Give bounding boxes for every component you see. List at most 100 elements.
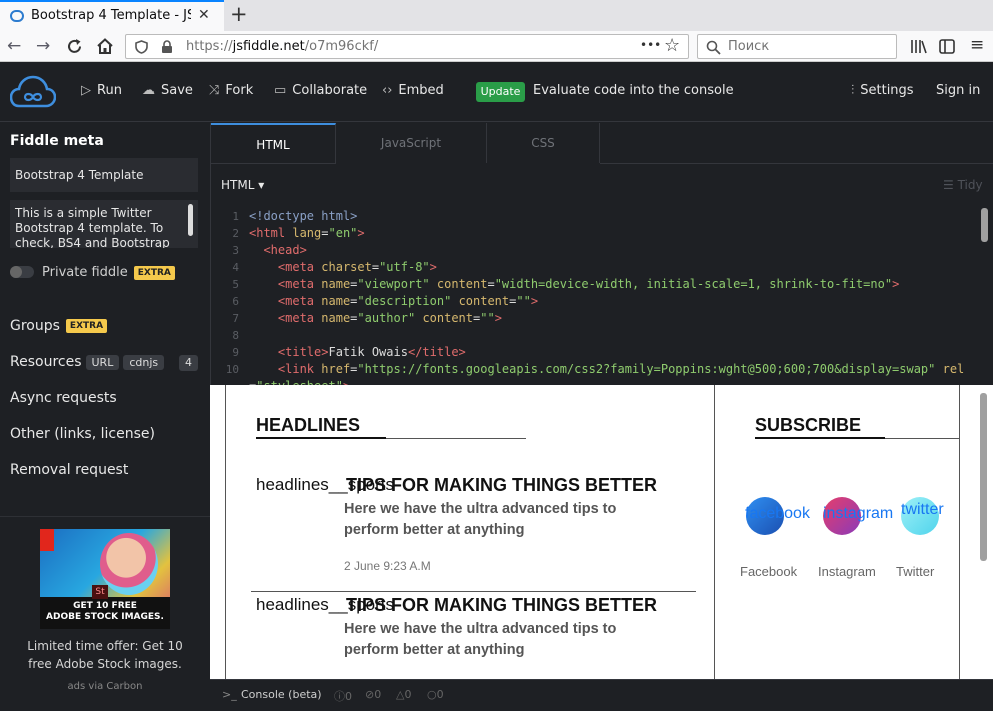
sliders-icon: ⫶ bbox=[851, 83, 855, 98]
signin-link[interactable]: Sign in bbox=[936, 83, 980, 98]
adobe-stock-icon: St bbox=[92, 585, 108, 599]
language-select[interactable]: HTML ▾ bbox=[221, 178, 264, 192]
jsfiddle-header: ▷ Run ☁ Save ⤨ Fork ▭ Collaborate ‹› Embed Up… bbox=[0, 62, 993, 122]
instagram-label: Instagram bbox=[818, 564, 876, 579]
code-line: <meta charset="utf-8"> bbox=[277, 260, 437, 274]
twitter-word[interactable]: twitter bbox=[901, 501, 944, 519]
resources-url-chip[interactable]: URL bbox=[85, 355, 120, 370]
post-body: Here we have the ultra advanced tips to … bbox=[344, 621, 617, 658]
shield-icon[interactable] bbox=[135, 40, 148, 54]
post-title[interactable]: TIPS FOR MAKING THINGS BETTER bbox=[346, 475, 657, 496]
sidebar-item-async[interactable]: Async requests bbox=[10, 390, 117, 406]
html-editor-panel: HTML JavaScript CSS HTML ▾ ☰ Tidy 1 2 3 … bbox=[210, 123, 993, 385]
fork-button[interactable]: ⤨ Fork bbox=[209, 83, 253, 98]
browser-nav-bar: ← → https://jsfiddle.net/o7m96ckf/ ••• ☆… bbox=[0, 31, 993, 62]
sidebar-item-resources[interactable]: Resources URL cdnjs bbox=[10, 354, 165, 370]
tab-javascript[interactable]: JavaScript bbox=[336, 123, 487, 163]
console-error-count: ⊘0 bbox=[365, 688, 382, 701]
editor-scrollbar[interactable] bbox=[981, 208, 988, 242]
search-icon bbox=[706, 40, 721, 55]
adobe-logo-icon bbox=[40, 529, 54, 551]
log-icon: ○ bbox=[427, 688, 437, 701]
fiddle-meta-title: Fiddle meta bbox=[10, 133, 104, 149]
menu-icon[interactable]: ≡ bbox=[970, 35, 984, 55]
update-button[interactable]: Update bbox=[476, 82, 525, 102]
fiddle-description-text: This is a simple Twitter Bootstrap 4 tem… bbox=[15, 206, 170, 248]
chat-bubble-icon: ▭ bbox=[274, 83, 287, 98]
sidebar-item-groups[interactable]: Groups EXTRA bbox=[10, 318, 108, 334]
sidebar-item-other[interactable]: Other (links, license) bbox=[10, 426, 155, 442]
code-line: <meta name="author" content=""> bbox=[277, 311, 502, 325]
resources-cdnjs-chip[interactable]: cdnjs bbox=[123, 355, 165, 370]
carbon-ad[interactable]: St GET 10 FREE ADOBE STOCK IMAGES. Limite… bbox=[0, 516, 210, 711]
ad-image[interactable]: St GET 10 FREE ADOBE STOCK IMAGES. bbox=[40, 529, 170, 629]
ad-portrait-icon bbox=[100, 533, 158, 595]
page-actions-icon[interactable]: ••• bbox=[640, 38, 661, 52]
console-label[interactable]: Console (beta) bbox=[241, 688, 322, 701]
extra-badge: EXTRA bbox=[65, 319, 108, 333]
embed-button[interactable]: ‹› Embed bbox=[382, 83, 444, 98]
sidebar-item-removal[interactable]: Removal request bbox=[10, 462, 128, 478]
jsfiddle-favicon-icon bbox=[10, 10, 24, 22]
error-icon: ⊘ bbox=[365, 688, 375, 701]
facebook-label: Facebook bbox=[740, 564, 798, 579]
close-tab-icon[interactable]: ✕ bbox=[198, 7, 210, 23]
info-icon: ⓘ bbox=[334, 690, 345, 703]
search-bar[interactable]: Поиск bbox=[697, 34, 897, 59]
reload-icon[interactable] bbox=[66, 38, 83, 55]
console-info-count: ⓘ0 bbox=[334, 690, 352, 703]
library-icon[interactable] bbox=[910, 39, 927, 54]
play-icon: ▷ bbox=[81, 83, 91, 98]
code-line: <!doctype html> bbox=[249, 209, 358, 223]
tab-title: Bootstrap 4 Template - JSF bbox=[31, 8, 191, 23]
collaborate-button[interactable]: ▭ Collaborate bbox=[274, 83, 367, 98]
fiddle-title-input[interactable]: Bootstrap 4 Template bbox=[10, 158, 198, 192]
private-toggle-knob bbox=[10, 266, 22, 278]
cloud-upload-icon: ☁ bbox=[142, 83, 155, 98]
result-panel: HEADLINES headlines__sports TIPS FOR MAK… bbox=[210, 385, 993, 679]
console-bar[interactable]: >_ Console (beta) ⓘ0 ⊘0 △0 ○0 bbox=[210, 679, 993, 711]
tidy-button[interactable]: ☰ Tidy bbox=[943, 178, 983, 192]
browser-tab-bar: Bootstrap 4 Template - JSF ✕ + bbox=[0, 0, 993, 31]
description-scrollbar[interactable] bbox=[188, 204, 193, 236]
forward-icon[interactable]: → bbox=[36, 36, 50, 56]
fiddle-description-input[interactable]: This is a simple Twitter Bootstrap 4 tem… bbox=[10, 200, 198, 248]
evaluate-console-label[interactable]: Evaluate code into the console bbox=[533, 83, 734, 98]
fork-icon: ⤨ bbox=[209, 83, 220, 98]
console-warning-count: △0 bbox=[396, 688, 412, 701]
post-body: Here we have the ultra advanced tips to … bbox=[344, 501, 617, 538]
private-fiddle-label: Private fiddle EXTRA bbox=[42, 265, 175, 280]
result-scrollbar[interactable] bbox=[980, 393, 987, 561]
ad-via-carbon[interactable]: ads via Carbon bbox=[0, 681, 210, 692]
tidy-icon: ☰ bbox=[943, 178, 958, 192]
post-date: 2 June 9:23 A.M bbox=[344, 559, 431, 573]
back-icon[interactable]: ← bbox=[7, 36, 21, 56]
home-icon[interactable] bbox=[96, 37, 114, 55]
code-line: <html lang="en"> bbox=[249, 226, 365, 240]
new-tab-button[interactable]: + bbox=[230, 2, 248, 26]
bookmark-star-icon[interactable]: ☆ bbox=[664, 35, 680, 56]
search-placeholder: Поиск bbox=[728, 39, 770, 54]
subscribe-title: SUBSCRIBE bbox=[755, 415, 862, 435]
url-text: https://jsfiddle.net/o7m96ckf/ bbox=[186, 39, 378, 54]
console-prompt-icon: >_ bbox=[222, 688, 237, 701]
post-title[interactable]: TIPS FOR MAKING THINGS BETTER bbox=[346, 595, 657, 616]
browser-tab[interactable]: Bootstrap 4 Template - JSF ✕ bbox=[0, 0, 224, 31]
facebook-word[interactable]: facebook bbox=[745, 505, 810, 523]
settings-button[interactable]: ⫶ Settings bbox=[851, 83, 914, 98]
sidebar-toggle-icon[interactable] bbox=[939, 39, 955, 54]
headlines-section: HEADLINES headlines__sports TIPS FOR MAK… bbox=[225, 385, 715, 679]
private-toggle[interactable] bbox=[10, 266, 34, 278]
instagram-word[interactable]: instagram bbox=[823, 505, 893, 523]
code-line: <title>Fatik Owais</title> bbox=[277, 345, 466, 359]
run-button[interactable]: ▷ Run bbox=[81, 83, 122, 98]
jsfiddle-logo-icon[interactable] bbox=[10, 75, 56, 109]
headlines-title: HEADLINES bbox=[256, 415, 361, 435]
tab-html[interactable]: HTML bbox=[211, 123, 336, 163]
url-bar[interactable]: https://jsfiddle.net/o7m96ckf/ ••• ☆ bbox=[125, 34, 689, 59]
subscribe-section: SUBSCRIBE facebook instagram twitter Fac… bbox=[715, 385, 960, 679]
save-button[interactable]: ☁ Save bbox=[142, 83, 193, 98]
twitter-label: Twitter bbox=[896, 564, 935, 579]
ad-text[interactable]: Limited time offer: Get 10 free Adobe St… bbox=[14, 637, 196, 673]
tab-css[interactable]: CSS bbox=[487, 123, 600, 163]
